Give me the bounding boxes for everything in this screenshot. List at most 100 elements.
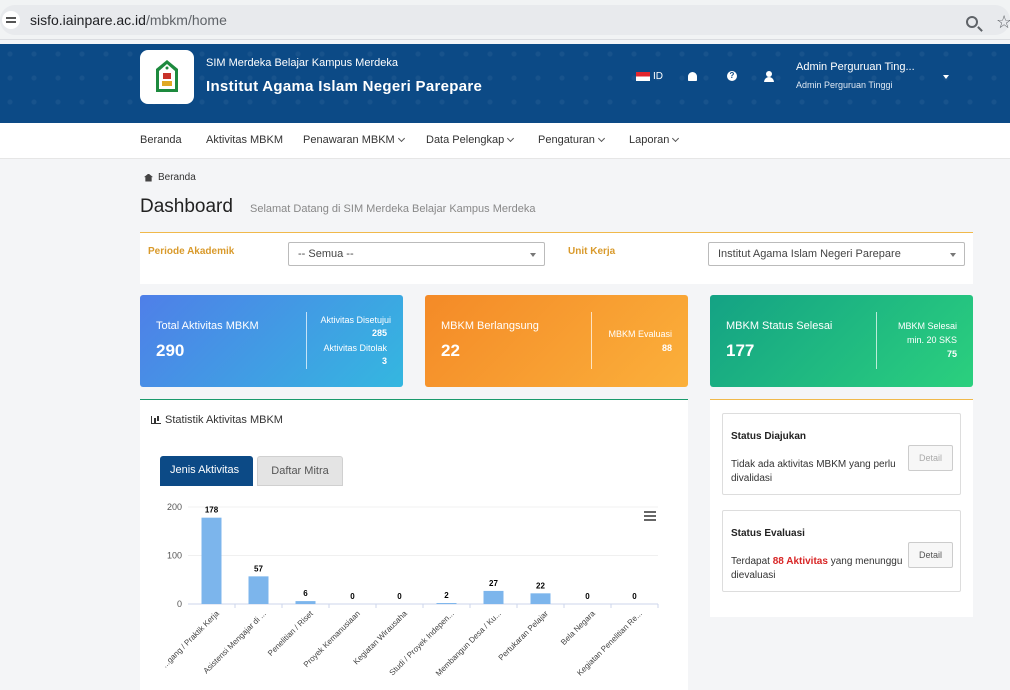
card-label: MBKM Berlangsung xyxy=(441,320,539,332)
selesai-value: 75 xyxy=(946,349,957,359)
filter-bar: Periode Akademik -- Semua -- Unit Kerja … xyxy=(140,232,973,284)
x-category-label: Bela Negara xyxy=(559,609,597,647)
site-info-icon[interactable] xyxy=(2,11,20,29)
institution-title: Institut Agama Islam Negeri Parepare xyxy=(206,78,483,95)
home-icon xyxy=(144,173,153,182)
aktivitas-bar-chart: 0100200 178...gang / Praktik Kerja57Asist… xyxy=(160,502,659,678)
status-evaluasi-text: Terdapat 88 Aktivitas yang menunggu diev… xyxy=(731,556,903,581)
card-label: MBKM Status Selesai xyxy=(726,320,833,332)
page-subtitle: Selamat Datang di SIM Merdeka Belajar Ka… xyxy=(250,203,536,215)
card-divider xyxy=(591,312,592,369)
chevron-down-icon xyxy=(597,134,605,143)
app-header: SIM Merdeka Belajar Kampus Merdeka Insti… xyxy=(0,44,1010,123)
status-diajukan-box: Status Diajukan Tidak ada aktivitas MBKM… xyxy=(722,413,961,495)
chevron-down-icon xyxy=(507,134,515,143)
card-label: Total Aktivitas MBKM xyxy=(156,320,259,332)
hamburger-icon[interactable] xyxy=(642,509,658,523)
user-menu-caret-icon[interactable] xyxy=(943,75,949,79)
statistik-title-text: Statistik Aktivitas MBKM xyxy=(165,414,283,426)
bar xyxy=(530,593,551,604)
periode-label: Periode Akademik xyxy=(148,246,235,257)
nav-aktivitas-mbkm[interactable]: Aktivitas MBKM xyxy=(206,134,283,146)
data-label: 0 xyxy=(632,592,637,601)
statistik-panel: Statistik Aktivitas MBKM Jenis Aktivitas… xyxy=(140,399,688,690)
rejected-label: Aktivitas Ditolak xyxy=(323,343,387,353)
approved-label: Aktivitas Disetujui xyxy=(320,315,391,325)
y-tick-label: 0 xyxy=(177,599,182,609)
user-role: Admin Perguruan Tinggi xyxy=(796,80,893,90)
selesai-sks-label: min. 20 SKS xyxy=(906,335,957,345)
breadcrumb-home[interactable]: Beranda xyxy=(158,172,196,183)
bar xyxy=(295,601,316,604)
mbkm-selesai-card: MBKM Status Selesai 177 MBKM Selesai min… xyxy=(710,295,973,387)
breadcrumb: Beranda xyxy=(144,172,196,183)
data-label: 27 xyxy=(489,579,498,588)
rejected-value: 3 xyxy=(381,356,387,366)
bar xyxy=(436,603,457,604)
flag-id-icon xyxy=(636,72,650,81)
dropdown-caret-icon xyxy=(530,253,536,257)
nav-penawaran-mbkm[interactable]: Penawaran MBKM xyxy=(303,134,405,146)
selesai-label: MBKM Selesai xyxy=(897,321,957,331)
status-evaluasi-detail-button[interactable]: Detail xyxy=(908,542,953,568)
chevron-down-icon xyxy=(672,134,680,143)
dropdown-caret-icon xyxy=(950,253,956,257)
approved-value: 285 xyxy=(371,328,387,338)
status-panel: Status Diajukan Tidak ada aktivitas MBKM… xyxy=(710,399,973,617)
page-title: Dashboard xyxy=(140,196,233,217)
status-diajukan-title: Status Diajukan xyxy=(731,431,807,442)
url-text[interactable]: sisfo.iainpare.ac.id/mbkm/home xyxy=(30,12,227,28)
mbkm-berlangsung-card: MBKM Berlangsung 22 MBKM Evaluasi 88 xyxy=(425,295,688,387)
bar xyxy=(483,590,504,604)
nav-beranda[interactable]: Beranda xyxy=(140,134,182,146)
browser-bar: sisfo.iainpare.ac.id/mbkm/home ☆ xyxy=(0,0,1010,40)
data-label: 0 xyxy=(585,592,590,601)
notification-bell-icon[interactable] xyxy=(688,72,697,81)
unit-kerja-select[interactable]: Institut Agama Islam Negeri Parepare xyxy=(708,242,965,266)
language-switch[interactable]: ID xyxy=(636,71,663,82)
data-label: 2 xyxy=(444,591,449,600)
chevron-down-icon xyxy=(397,134,405,143)
nav-data-pelengkap[interactable]: Data Pelengkap xyxy=(426,134,515,146)
nav-laporan[interactable]: Laporan xyxy=(629,134,680,146)
statistik-title: Statistik Aktivitas MBKM xyxy=(151,414,283,426)
evaluasi-count-highlight: 88 Aktivitas xyxy=(772,556,828,567)
zoom-icon[interactable] xyxy=(966,16,978,28)
evaluasi-label: MBKM Evaluasi xyxy=(608,329,672,339)
institution-logo-icon xyxy=(156,60,178,92)
data-label: 178 xyxy=(205,506,219,515)
tab-jenis-aktivitas[interactable]: Jenis Aktivitas xyxy=(160,456,253,486)
logo[interactable] xyxy=(140,50,194,104)
status-evaluasi-title: Status Evaluasi xyxy=(731,528,805,539)
main-nav: Beranda Aktivitas MBKM Penawaran MBKM Da… xyxy=(0,123,1010,159)
card-value: 290 xyxy=(156,341,185,360)
bookmark-star-icon[interactable]: ☆ xyxy=(996,13,1010,31)
user-name[interactable]: Admin Perguruan Ting... xyxy=(796,61,915,73)
y-tick-label: 200 xyxy=(167,502,182,512)
total-aktivitas-card: Total Aktivitas MBKM 290 Aktivitas Diset… xyxy=(140,295,403,387)
periode-select-value: -- Semua -- xyxy=(298,248,354,260)
periode-select[interactable]: -- Semua -- xyxy=(288,242,545,266)
bar-chart-icon xyxy=(151,416,161,424)
data-label: 6 xyxy=(303,589,308,598)
tab-daftar-mitra[interactable]: Daftar Mitra xyxy=(257,456,343,486)
evaluasi-value: 88 xyxy=(661,343,672,353)
nav-pengaturan[interactable]: Pengaturan xyxy=(538,134,605,146)
bar xyxy=(201,517,222,604)
language-code: ID xyxy=(653,71,663,82)
help-icon[interactable]: ? xyxy=(727,71,737,81)
y-tick-label: 100 xyxy=(167,551,182,561)
address-bar[interactable]: sisfo.iainpare.ac.id/mbkm/home ☆ xyxy=(0,5,1010,35)
card-value: 22 xyxy=(441,341,460,360)
data-label: 22 xyxy=(536,581,545,590)
card-value: 177 xyxy=(726,341,755,360)
status-evaluasi-box: Status Evaluasi Terdapat 88 Aktivitas ya… xyxy=(722,510,961,592)
x-category-label: Penelitian / Riset xyxy=(266,609,315,658)
data-label: 0 xyxy=(350,592,355,601)
status-diajukan-detail-button[interactable]: Detail xyxy=(908,445,953,471)
app-subtitle: SIM Merdeka Belajar Kampus Merdeka xyxy=(206,57,398,69)
user-icon[interactable] xyxy=(764,71,774,82)
bar xyxy=(248,576,269,604)
card-divider xyxy=(876,312,877,369)
data-label: 0 xyxy=(397,592,402,601)
